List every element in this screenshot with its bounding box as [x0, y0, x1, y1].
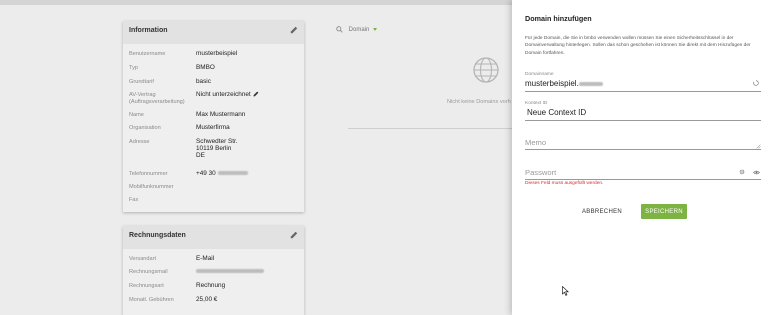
domain-filter[interactable]: Domain: [336, 26, 378, 34]
divider: [348, 128, 513, 129]
information-card-header: Information: [123, 21, 304, 44]
context-id-field[interactable]: Kontext ID Neue Context ID: [525, 101, 761, 121]
context-id-underline: [525, 120, 761, 121]
pencil-icon[interactable]: [253, 91, 259, 97]
row-label: Telefonnummer: [129, 171, 168, 177]
domain-filter-label: Domain: [348, 27, 370, 34]
row-label: Adresse: [129, 139, 150, 145]
av-status-text: Nicht unterzeichnet: [196, 91, 251, 98]
domain-name-label: Domainname: [525, 72, 554, 77]
redacted-phone: [217, 171, 248, 176]
redacted-email: [196, 269, 264, 274]
row-value: [196, 268, 304, 275]
redacted-domain: [578, 81, 603, 86]
row-value: Rechnung: [196, 282, 226, 289]
row-value: Max Mustermann: [196, 111, 246, 118]
row-value: E-Mail: [196, 255, 215, 262]
caret-down-icon: [373, 28, 378, 31]
password-error: Dieses Feld muss ausgefüllt werden.: [525, 181, 604, 186]
row-value: basic: [196, 78, 211, 85]
context-id-label: Kontext ID: [525, 101, 548, 106]
memo-placeholder: Memo: [525, 138, 547, 147]
row-label: Rechnungsart: [129, 283, 164, 289]
edit-icon[interactable]: [290, 26, 298, 34]
empty-state-text: Nicht keine Domains vorh: [447, 99, 511, 105]
memo-field[interactable]: Memo: [525, 137, 761, 151]
eye-icon[interactable]: [753, 170, 760, 175]
row-value: Schwedter Str. 10119 Berlin DE: [196, 138, 238, 159]
row-label: AV-Vertrag (Auftragsverarbeitung): [129, 92, 185, 105]
row-label: Monatl. Gebühren: [129, 297, 174, 303]
domain-name-field[interactable]: Domainname musterbeispiel.: [525, 72, 761, 92]
domain-name-value[interactable]: musterbeispiel.: [525, 79, 603, 88]
memo-underline: [525, 149, 761, 150]
save-button[interactable]: SPEICHERN: [641, 204, 687, 219]
context-id-value[interactable]: Neue Context ID: [527, 108, 586, 117]
row-label: Mobilfunknummer: [129, 184, 174, 190]
row-value: +49 30: [196, 170, 304, 177]
row-label: Fax: [129, 197, 139, 203]
edit-icon[interactable]: [290, 231, 298, 239]
row-value: musterbeispiel: [196, 50, 238, 57]
cancel-button[interactable]: ABBRECHEN: [581, 205, 623, 219]
dialog-description: Für jede Domain, die Sie in bmbo verwend…: [525, 36, 751, 56]
row-label: Typ: [129, 65, 139, 71]
row-label: Rechnungsmail: [129, 269, 168, 275]
password-placeholder: Passwort: [525, 168, 557, 177]
dialog-title: Domain hinzufügen: [525, 14, 592, 23]
row-label: Grundtarif: [129, 79, 154, 85]
domain-name-text: musterbeispiel.: [525, 79, 579, 88]
row-label: Organisation: [129, 125, 161, 131]
row-label: Versandart: [129, 256, 157, 262]
gear-icon[interactable]: [739, 169, 745, 175]
information-card: Information Benutzername musterbeispiel …: [123, 21, 304, 212]
information-card-title: Information: [129, 27, 168, 34]
row-label: Benutzername: [129, 51, 166, 57]
refresh-icon[interactable]: [753, 80, 759, 86]
row-value: 25,00 €: [196, 296, 218, 303]
billing-card: Rechnungsdaten Versandart E-Mail Rechnun…: [123, 226, 304, 315]
globe-icon: [473, 57, 499, 83]
domain-name-underline: [525, 91, 761, 92]
row-value: Nicht unterzeichnet: [196, 91, 304, 98]
billing-card-header: Rechnungsdaten: [123, 226, 304, 249]
row-label: Name: [129, 112, 144, 118]
password-field[interactable]: Passwort: [525, 168, 761, 182]
mouse-cursor-icon: [562, 286, 569, 296]
billing-card-title: Rechnungsdaten: [129, 232, 186, 239]
phone-text: +49 30: [196, 170, 216, 177]
search-icon: [336, 26, 343, 33]
add-domain-dialog: Domain hinzufügen Für jede Domain, die S…: [512, 0, 769, 315]
row-value: BMBO: [196, 64, 215, 71]
row-value: Musterfirma: [196, 124, 230, 131]
password-underline: [525, 179, 761, 180]
